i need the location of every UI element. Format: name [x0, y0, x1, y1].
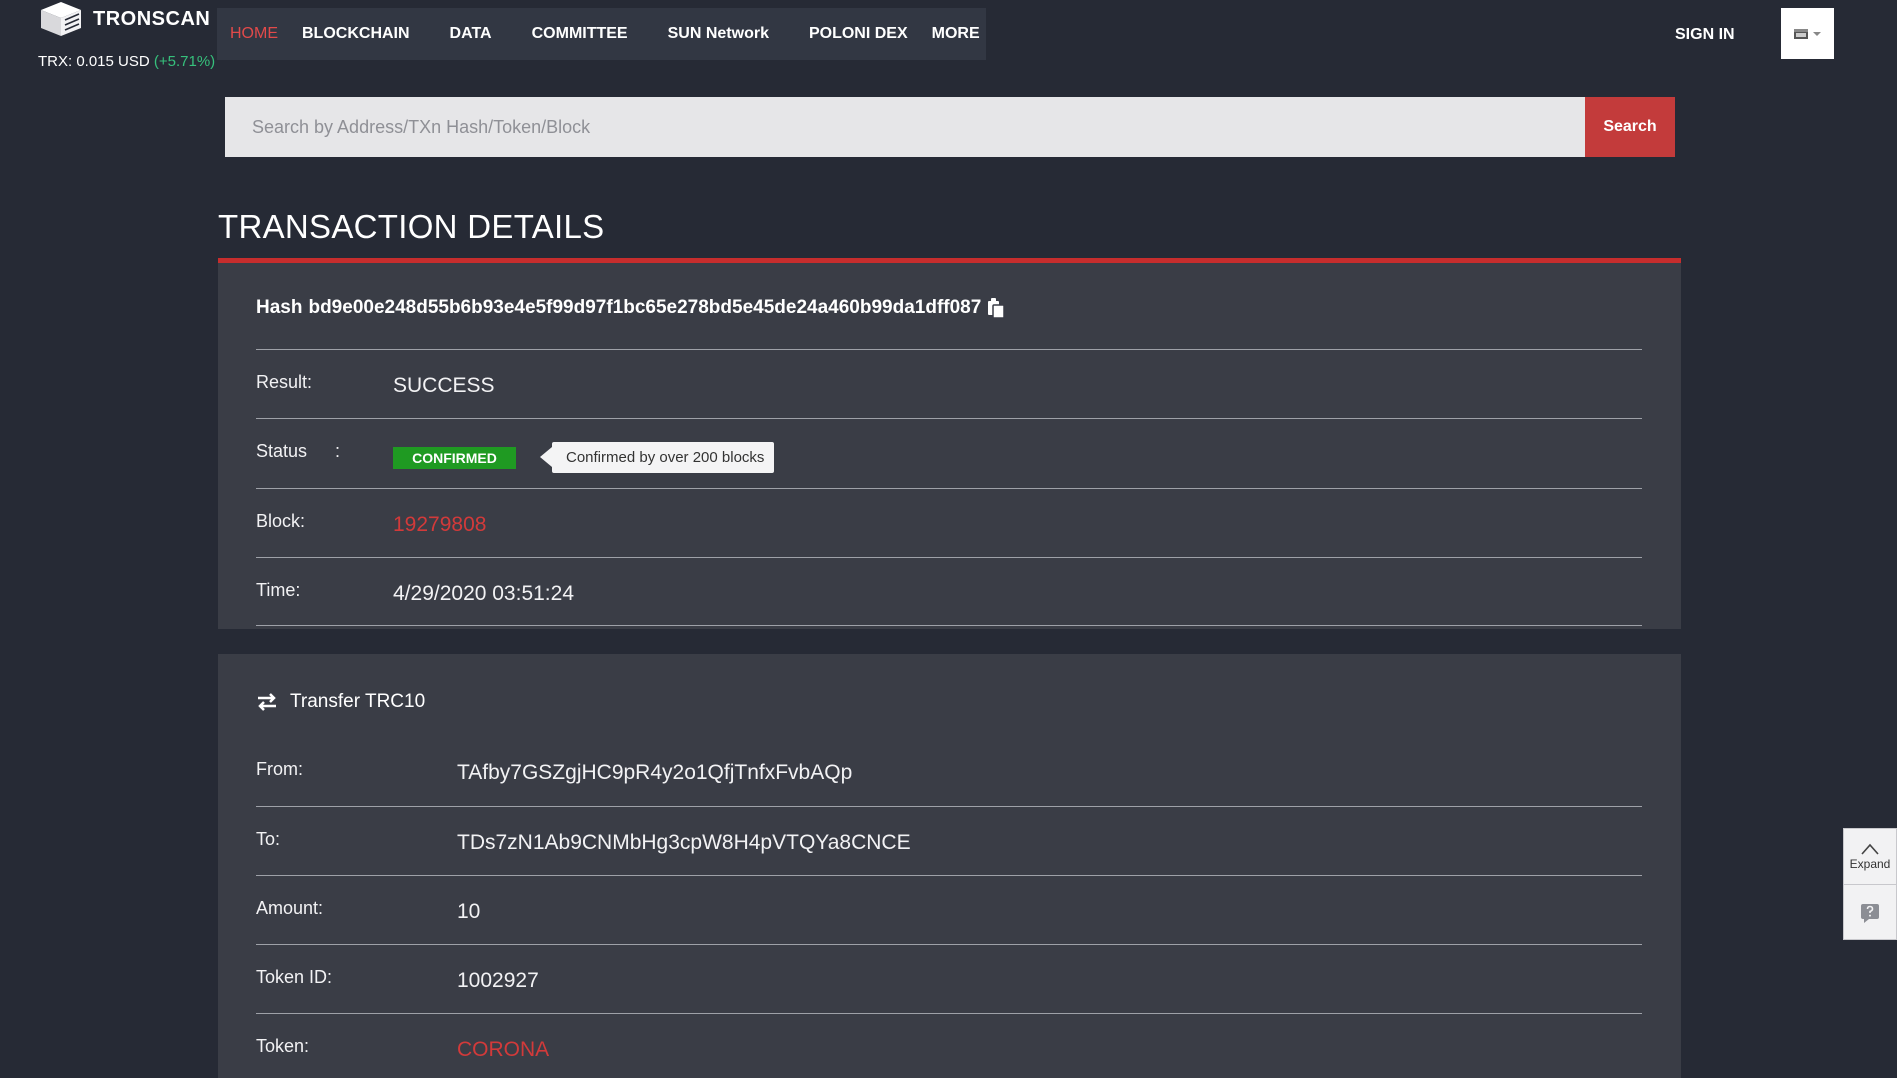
- amount-row: Amount: 10: [256, 875, 1642, 944]
- from-address[interactable]: TAfby7GSZgjHC9pR4y2o1QfjTnfxFvbAQp: [457, 761, 852, 785]
- amount-value: 10: [457, 900, 481, 923]
- expand-label: Expand: [1849, 856, 1891, 871]
- hash-value: bd9e00e248d55b6b93e4e5f99d97f1bc65e278bd…: [308, 297, 982, 318]
- chevron-up-icon: [1861, 843, 1879, 855]
- expand-button[interactable]: Expand: [1844, 829, 1896, 885]
- to-label: To:: [256, 829, 281, 849]
- page: TRONSCAN TRX: 0.015 USD (+5.71%) HOME BL…: [0, 0, 1897, 1078]
- nav-sun-network[interactable]: SUN Network: [668, 25, 769, 43]
- time-value: 4/29/2020 03:51:24: [393, 582, 575, 605]
- sign-in-link[interactable]: SIGN IN: [1675, 26, 1735, 44]
- help-icon: [1861, 903, 1879, 923]
- status-label-colon: :: [335, 441, 341, 461]
- status-label: Status:: [256, 441, 340, 462]
- status-label-text: Status: [256, 441, 308, 461]
- hash-label: Hash: [256, 297, 303, 318]
- tronscan-logo[interactable]: TRONSCAN: [37, 0, 210, 38]
- token-link[interactable]: CORONA: [457, 1038, 549, 1062]
- page-title: TRANSACTION DETAILS: [218, 208, 605, 245]
- trx-price: TRX: 0.015 USD (+5.71%): [38, 53, 215, 70]
- main-nav: HOME BLOCKCHAIN DATA COMMITTEE SUN Netwo…: [217, 8, 986, 60]
- help-button[interactable]: [1844, 885, 1896, 940]
- nav-more[interactable]: MORE: [932, 25, 980, 43]
- transfer-title: Transfer TRC10: [290, 691, 426, 712]
- status-badge: CONFIRMED: [393, 447, 516, 469]
- tronscan-logo-icon: [41, 2, 81, 36]
- search-bar: Search: [225, 97, 1675, 157]
- token-id-value: 1002927: [457, 969, 539, 992]
- search-input[interactable]: [225, 97, 1585, 157]
- block-link[interactable]: 19279808: [393, 513, 486, 537]
- search-button[interactable]: Search: [1585, 97, 1675, 157]
- nav-committee[interactable]: COMMITTEE: [532, 25, 628, 43]
- language-selector[interactable]: [1781, 8, 1834, 59]
- nav-poloni-dex[interactable]: POLONI DEX: [809, 25, 908, 43]
- from-label: From:: [256, 759, 303, 779]
- brand-name: TRONSCAN: [93, 7, 211, 30]
- block-row: Block: 19279808: [256, 488, 1642, 557]
- side-widget: Expand: [1843, 828, 1897, 940]
- transaction-card: Hash bd9e00e248d55b6b93e4e5f99d97f1bc65e…: [218, 263, 1681, 629]
- from-row: From: TAfby7GSZgjHC9pR4y2o1QfjTnfxFvbAQp: [256, 737, 1642, 806]
- nav-blockchain[interactable]: BLOCKCHAIN: [302, 25, 410, 43]
- amount-label: Amount:: [256, 898, 324, 918]
- copy-icon[interactable]: [987, 297, 1006, 319]
- transfer-arrows-icon: [258, 693, 276, 711]
- to-address[interactable]: TDs7zN1Ab9CNMbHg3cpW8H4pVTQYa8CNCE: [457, 831, 911, 855]
- result-row: Result: SUCCESS: [256, 349, 1642, 418]
- token-id-label: Token ID:: [256, 967, 333, 987]
- time-row: Time: 4/29/2020 03:51:24: [256, 557, 1642, 626]
- trx-price-change: (+5.71%): [153, 53, 216, 70]
- block-label: Block:: [256, 511, 306, 531]
- to-row: To: TDs7zN1Ab9CNMbHg3cpW8H4pVTQYa8CNCE: [256, 806, 1642, 875]
- status-row: Status: CONFIRMED Confirmed by over 200 …: [256, 418, 1642, 488]
- result-label: Result:: [256, 372, 313, 392]
- trx-price-text: TRX: 0.015 USD: [38, 53, 150, 70]
- transfer-card: Transfer TRC10 From: TAfby7GSZgjHC9pR4y2…: [218, 654, 1681, 1078]
- result-value: SUCCESS: [393, 374, 495, 397]
- nav-data[interactable]: DATA: [450, 25, 492, 43]
- token-row: Token: CORONA: [256, 1013, 1642, 1078]
- nav-home[interactable]: HOME: [230, 25, 278, 43]
- time-label: Time:: [256, 580, 301, 600]
- token-id-row: Token ID: 1002927: [256, 944, 1642, 1013]
- token-label: Token:: [256, 1036, 310, 1056]
- confirmations-tooltip: Confirmed by over 200 blocks: [539, 442, 775, 473]
- transaction-hash: Hash bd9e00e248d55b6b93e4e5f99d97f1bc65e…: [256, 297, 1006, 319]
- globe-flag-icon: [1793, 28, 1821, 39]
- transfer-header: Transfer TRC10: [256, 691, 425, 713]
